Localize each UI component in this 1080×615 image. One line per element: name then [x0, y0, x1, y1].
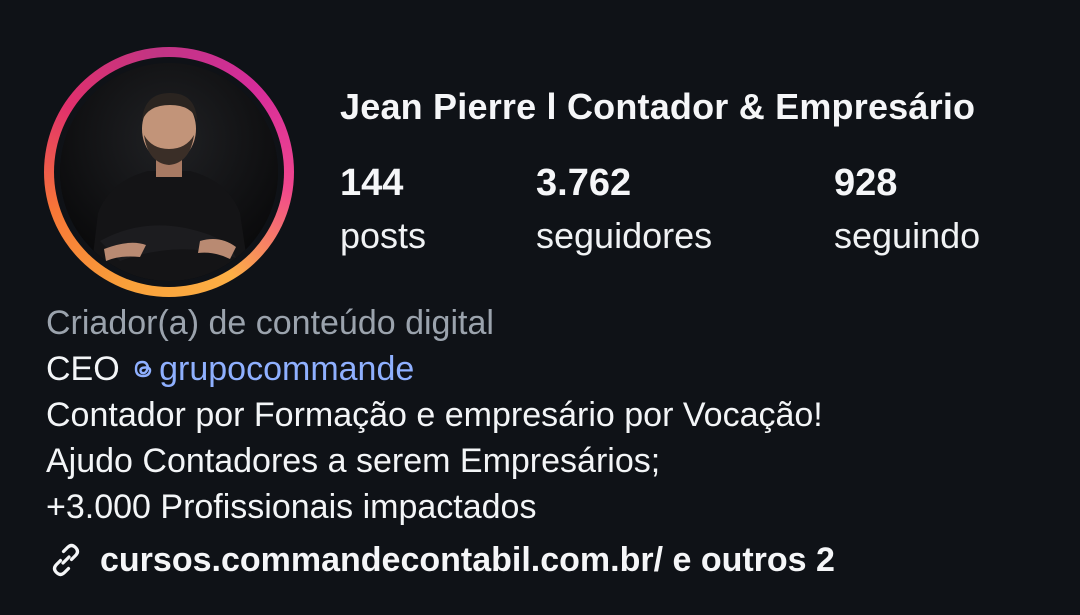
- external-link[interactable]: cursos.commandecontabil.com.br/ e outros…: [46, 536, 835, 584]
- following-stat[interactable]: 928 seguindo: [834, 162, 980, 258]
- followers-stat[interactable]: 3.762 seguidores: [536, 162, 712, 258]
- bio-line-ceo: CEO grupocommande: [46, 346, 1046, 392]
- posts-label: posts: [340, 215, 427, 256]
- profile-bio: Criador(a) de conteúdo digital CEO grupo…: [46, 300, 1046, 530]
- profile-header: Jean Pierre l Contador & Empresário 144 …: [0, 0, 1080, 615]
- mention-handle: grupocommande: [159, 350, 415, 388]
- profile-username: Jean Pierre l Contador & Empresário: [340, 86, 976, 127]
- avatar-photo: [60, 63, 278, 281]
- followers-count: 3.762: [536, 162, 632, 204]
- posts-count: 144: [340, 162, 404, 204]
- mention-link[interactable]: grupocommande: [129, 350, 414, 388]
- threads-icon: [134, 360, 152, 378]
- posts-stat[interactable]: 144 posts: [340, 162, 426, 258]
- followers-label: seguidores: [536, 215, 713, 256]
- following-label: seguindo: [834, 215, 981, 256]
- story-ring[interactable]: [44, 47, 294, 297]
- link-icon: [52, 543, 80, 577]
- avatar[interactable]: [60, 63, 278, 281]
- external-link-text: cursos.commandecontabil.com.br/ e outros…: [100, 540, 835, 579]
- bio-ceo-prefix: CEO: [46, 350, 130, 388]
- profile-stats: 144 posts 3.762 seguidores 928 seguindo: [340, 162, 1040, 272]
- bio-line-3: Ajudo Contadores a serem Empresários;: [46, 442, 661, 480]
- following-count: 928: [834, 162, 898, 204]
- bio-line-4: +3.000 Profissionais impactados: [46, 488, 537, 526]
- profile-category: Criador(a) de conteúdo digital: [46, 304, 494, 342]
- bio-line-2: Contador por Formação e empresário por V…: [46, 396, 823, 434]
